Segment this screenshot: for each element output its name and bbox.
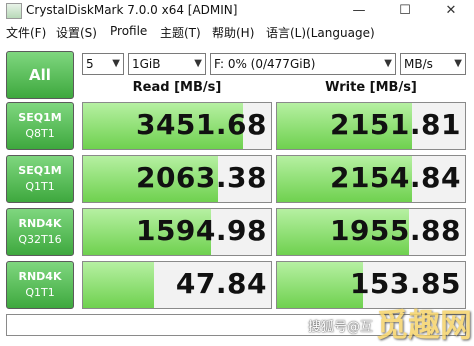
read-value: 3451.68 [135, 108, 267, 141]
drive-select[interactable]: F: 0% (0/477GiB) ▼ [210, 53, 396, 75]
read-bar [83, 262, 155, 308]
write-value: 1955.88 [329, 214, 461, 247]
seq1m-q8t1-button[interactable]: SEQ1M Q8T1 [6, 102, 74, 150]
write-value: 2151.81 [329, 108, 461, 141]
test-name: SEQ1M [18, 164, 62, 177]
test-name: SEQ1M [18, 111, 62, 124]
write-value: 2154.84 [329, 161, 461, 194]
close-button[interactable]: ✕ [428, 0, 474, 22]
drive-value: F: 0% (0/477GiB) [214, 57, 316, 71]
title-bar: CrystalDiskMark 7.0.0 x64 [ADMIN] — ☐ ✕ [0, 0, 474, 22]
menu-settings[interactable]: 设置(S) [56, 24, 97, 41]
size-value: 1GiB [132, 57, 161, 71]
write-value: 153.85 [349, 267, 461, 300]
test-queue: Q1T1 [25, 180, 55, 193]
test-queue: Q1T1 [25, 286, 55, 299]
unit-value: MB/s [404, 57, 433, 71]
seq1m-q1t1-button[interactable]: SEQ1M Q1T1 [6, 155, 74, 203]
chevron-down-icon: ▼ [194, 58, 202, 69]
write-result-cell: 2151.81 [276, 102, 466, 150]
menu-profile[interactable]: Profile [110, 24, 147, 38]
unit-select[interactable]: MB/s ▼ [400, 53, 466, 75]
maximize-button[interactable]: ☐ [382, 0, 428, 22]
read-value: 2063.38 [135, 161, 267, 194]
test-queue: Q8T1 [25, 127, 55, 140]
menu-language[interactable]: 语言(L)(Language) [266, 24, 375, 41]
read-result-cell: 2063.38 [82, 155, 272, 203]
write-header: Write [MB/s] [325, 80, 417, 95]
write-result-cell: 1955.88 [276, 208, 466, 256]
read-value: 1594.98 [135, 214, 267, 247]
count-value: 5 [86, 57, 94, 71]
read-header: Read [MB/s] [132, 80, 222, 95]
test-queue: Q32T16 [18, 233, 62, 246]
all-button[interactable]: All [6, 51, 74, 99]
write-result-cell: 2154.84 [276, 155, 466, 203]
window-title: CrystalDiskMark 7.0.0 x64 [ADMIN] [26, 3, 238, 17]
app-icon [6, 3, 22, 19]
read-result-cell: 1594.98 [82, 208, 272, 256]
watermark-text: 搜狐号@互 [308, 320, 374, 335]
read-result-cell: 47.84 [82, 261, 272, 309]
rnd4k-q32t16-button[interactable]: RND4K Q32T16 [6, 208, 74, 256]
read-result-cell: 3451.68 [82, 102, 272, 150]
test-name: RND4K [18, 270, 62, 283]
chevron-down-icon: ▼ [384, 58, 392, 69]
count-select[interactable]: 5 ▼ [82, 53, 124, 75]
size-select[interactable]: 1GiB ▼ [128, 53, 206, 75]
site-logo: 觅趣网 [376, 306, 473, 344]
minimize-button[interactable]: — [336, 0, 382, 22]
menu-help[interactable]: 帮助(H) [212, 24, 254, 41]
menu-theme[interactable]: 主题(T) [160, 24, 201, 41]
menu-file[interactable]: 文件(F) [6, 24, 46, 41]
chevron-down-icon: ▼ [112, 58, 120, 69]
menu-bar: 文件(F) 设置(S) Profile 主题(T) 帮助(H) 语言(L)(La… [0, 22, 474, 42]
rnd4k-q1t1-button[interactable]: RND4K Q1T1 [6, 261, 74, 309]
read-value: 47.84 [175, 267, 267, 300]
test-name: RND4K [18, 217, 62, 230]
chevron-down-icon: ▼ [454, 58, 462, 69]
